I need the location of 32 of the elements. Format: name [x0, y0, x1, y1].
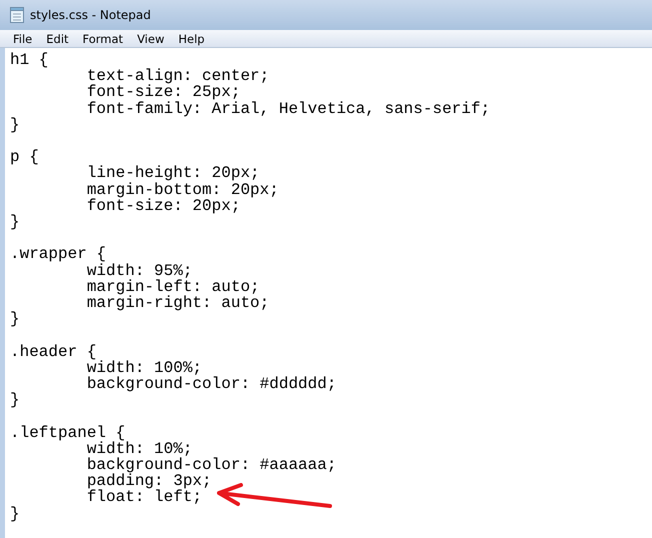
notepad-icon	[10, 7, 24, 23]
code-line: width: 10%;	[86, 440, 192, 458]
code-line: h1 {	[10, 52, 48, 68]
code-line: font-size: 20px;	[86, 198, 240, 214]
menu-item[interactable]: Edit	[39, 32, 76, 46]
code-line: background-color: #dddddd;	[86, 376, 336, 392]
code-line: padding: 3px;	[86, 473, 212, 490]
code-line: }	[10, 506, 20, 522]
code-line: width: 95%;	[86, 262, 192, 279]
code-line: text-align: center;	[86, 68, 270, 84]
window-title: styles.css - Notepad	[30, 8, 151, 22]
code-line: width: 100%;	[86, 360, 202, 376]
code-line: .wrapper {	[10, 246, 106, 263]
menu-item[interactable]: Format	[76, 32, 130, 46]
code-line: margin-bottom: 20px;	[86, 182, 279, 198]
menu-item[interactable]: Help	[171, 32, 212, 46]
code-line: background-color: #aaaaaa;	[86, 457, 336, 474]
menu-item[interactable]: View	[130, 32, 172, 46]
code-line: font-size: 25px;	[86, 84, 240, 101]
code-line: }	[10, 116, 20, 134]
code-line: margin-right: auto;	[86, 295, 270, 312]
code-line: .header {	[10, 344, 96, 360]
code-line: }	[10, 311, 20, 328]
code-line: p {	[10, 149, 39, 166]
code-line: }	[10, 392, 20, 408]
code-line: font-family: Arial, Helvetica, sans-serif;	[86, 100, 490, 117]
code-line: }	[10, 214, 20, 230]
code-line: float: left;	[86, 489, 202, 506]
code-line: line-height: 20px;	[86, 165, 260, 182]
menu-item[interactable]: File	[6, 32, 40, 46]
code-line: .leftpanel {	[10, 424, 126, 441]
code-line: margin-left: auto;	[86, 278, 260, 296]
